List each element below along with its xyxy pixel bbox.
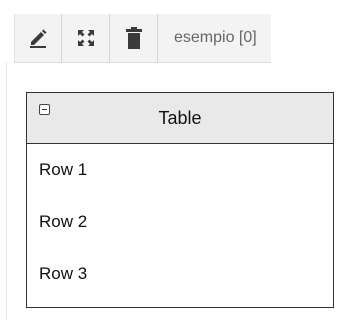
delete-button[interactable] bbox=[110, 14, 158, 62]
left-guide-line bbox=[6, 62, 7, 320]
minus-box-icon[interactable] bbox=[39, 104, 50, 115]
table-rows: Row 1 Row 2 Row 3 bbox=[27, 144, 333, 300]
table-title: Table bbox=[158, 107, 202, 128]
expand-button[interactable] bbox=[62, 14, 110, 62]
edit-button[interactable] bbox=[14, 14, 62, 62]
trash-icon bbox=[124, 26, 144, 50]
table-row[interactable]: Row 1 bbox=[27, 144, 333, 196]
fullscreen-arrows-icon bbox=[76, 28, 96, 48]
node-label: esempio [0] bbox=[174, 29, 257, 46]
table-header: Table bbox=[27, 93, 333, 144]
pencil-icon bbox=[27, 27, 49, 49]
table-row[interactable]: Row 2 bbox=[27, 196, 333, 248]
node-toolbar: esempio [0] bbox=[14, 14, 271, 63]
table-widget: Table Row 1 Row 2 Row 3 bbox=[26, 92, 334, 308]
app-frame: esempio [0] Table Row 1 Row 2 Row 3 bbox=[0, 0, 362, 320]
table-row[interactable]: Row 3 bbox=[27, 248, 333, 300]
